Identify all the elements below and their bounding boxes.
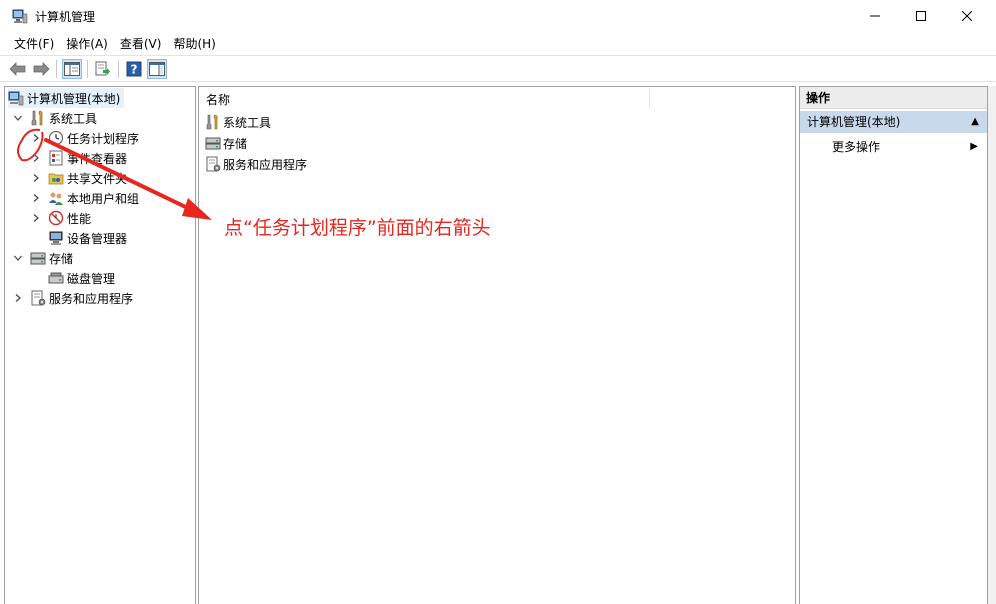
submenu-arrow-icon: ▶ <box>970 141 978 152</box>
clock-icon <box>48 130 64 146</box>
menu-view[interactable]: 查看(V) <box>114 34 168 54</box>
tree-label: 服务和应用程序 <box>49 291 134 306</box>
tree-item-disk-management[interactable]: 磁盘管理 <box>43 268 115 288</box>
forward-arrow-icon <box>33 62 50 76</box>
toolbar: ? <box>0 55 996 82</box>
services-icon <box>31 290 46 306</box>
disk-icon <box>48 272 64 284</box>
tools-icon <box>31 110 43 126</box>
computer-management-icon <box>12 9 28 24</box>
tree-item-local-users[interactable]: 本地用户和组 <box>29 188 139 208</box>
list-item-label: 存储 <box>223 136 248 151</box>
chevron-right-icon[interactable] <box>29 151 43 165</box>
users-icon <box>49 192 63 205</box>
actions-header: 操作 <box>800 87 987 109</box>
console-tree-icon <box>64 62 80 76</box>
tree-label: 计算机管理(本地) <box>27 91 121 106</box>
storage-icon <box>205 137 221 150</box>
chevron-down-icon[interactable] <box>11 251 25 265</box>
chevron-right-icon[interactable] <box>29 211 43 225</box>
tree-item-computer-management[interactable]: 计算机管理(本地) <box>8 88 125 108</box>
more-actions-item[interactable]: 更多操作 ▶ <box>832 137 982 157</box>
actions-section-label: 计算机管理(本地) <box>807 115 901 129</box>
back-arrow-icon <box>9 62 26 76</box>
maximize-button[interactable] <box>898 0 944 32</box>
shared-folder-icon <box>48 173 64 185</box>
actions-section-computer-management[interactable]: 计算机管理(本地) ▲ <box>800 111 987 133</box>
tree-item-event-viewer[interactable]: 事件查看器 <box>29 148 127 168</box>
tree-label: 磁盘管理 <box>67 271 116 286</box>
action-pane-icon <box>149 62 165 76</box>
tree-item-performance[interactable]: 性能 <box>29 208 91 228</box>
close-button[interactable] <box>944 0 990 32</box>
minimize-button[interactable] <box>852 0 898 32</box>
annotation-text: 点“任务计划程序”前面的右箭头 <box>224 217 491 239</box>
tree-label: 设备管理器 <box>67 231 128 246</box>
menu-bar: 文件(F) 操作(A) 查看(V) 帮助(H) <box>0 33 996 55</box>
menu-file[interactable]: 文件(F) <box>8 34 60 54</box>
list-item-label: 服务和应用程序 <box>223 157 308 172</box>
event-log-icon <box>49 150 63 166</box>
device-manager-icon <box>49 231 63 245</box>
help-button[interactable]: ? <box>124 59 144 79</box>
tree-label: 存储 <box>49 251 74 266</box>
chevron-right-icon[interactable] <box>29 131 43 145</box>
collapse-up-icon[interactable]: ▲ <box>971 111 979 133</box>
list-item-storage[interactable]: 存储 <box>205 133 247 153</box>
content-pane: 名称 系统工具 存储 服务和应用程序 <box>198 86 796 604</box>
chevron-down-icon[interactable] <box>11 111 25 125</box>
storage-icon <box>30 252 46 265</box>
show-hide-tree-button[interactable] <box>62 59 82 79</box>
export-icon <box>95 61 110 76</box>
svg-text:?: ? <box>131 63 138 77</box>
chevron-right-icon[interactable] <box>11 291 25 305</box>
tree-label: 本地用户和组 <box>67 191 140 206</box>
column-header-name[interactable]: 名称 <box>199 87 795 111</box>
tree-label: 系统工具 <box>49 111 98 126</box>
computer-management-icon <box>8 91 24 106</box>
actions-pane: 操作 计算机管理(本地) ▲ 更多操作 ▶ <box>799 86 988 604</box>
chevron-right-icon[interactable] <box>29 171 43 185</box>
column-divider[interactable] <box>649 89 650 109</box>
list-item-label: 系统工具 <box>223 115 272 130</box>
tree-label: 事件查看器 <box>67 151 128 166</box>
close-icon <box>962 11 972 21</box>
window-edge <box>988 86 996 604</box>
window-title: 计算机管理 <box>35 10 96 24</box>
performance-icon <box>48 210 64 226</box>
list-item-services-apps[interactable]: 服务和应用程序 <box>205 154 307 174</box>
title-bar: 计算机管理 <box>0 0 996 32</box>
tools-icon <box>206 114 218 130</box>
menu-help[interactable]: 帮助(H) <box>167 34 221 54</box>
chevron-right-icon[interactable] <box>29 191 43 205</box>
menu-action[interactable]: 操作(A) <box>60 34 114 54</box>
help-icon: ? <box>126 61 142 77</box>
column-label: 名称 <box>206 92 231 107</box>
maximize-icon <box>916 11 926 21</box>
tree-label: 任务计划程序 <box>67 131 140 146</box>
tree-item-device-manager[interactable]: 设备管理器 <box>43 228 127 248</box>
export-list-button[interactable] <box>93 59 113 79</box>
forward-button[interactable] <box>31 59 51 79</box>
tree-item-task-scheduler[interactable]: 任务计划程序 <box>29 128 139 148</box>
tree-item-system-tools[interactable]: 系统工具 <box>11 108 97 128</box>
tree-label: 性能 <box>67 211 92 226</box>
back-button[interactable] <box>8 59 28 79</box>
tree-item-services-apps[interactable]: 服务和应用程序 <box>11 288 133 308</box>
tree-label: 共享文件夹 <box>67 171 128 186</box>
tree-item-shared-folders[interactable]: 共享文件夹 <box>29 168 127 188</box>
more-actions-label: 更多操作 <box>832 140 881 154</box>
console-tree-pane: 计算机管理(本地) 系统工具 任务计划程序 事件查看器 共享文件夹 本地用户和组… <box>4 86 196 604</box>
minimize-icon <box>870 15 880 17</box>
tree-item-storage[interactable]: 存储 <box>11 248 73 268</box>
list-item-system-tools[interactable]: 系统工具 <box>205 112 271 132</box>
services-icon <box>206 156 221 172</box>
show-hide-action-pane-button[interactable] <box>147 59 167 79</box>
